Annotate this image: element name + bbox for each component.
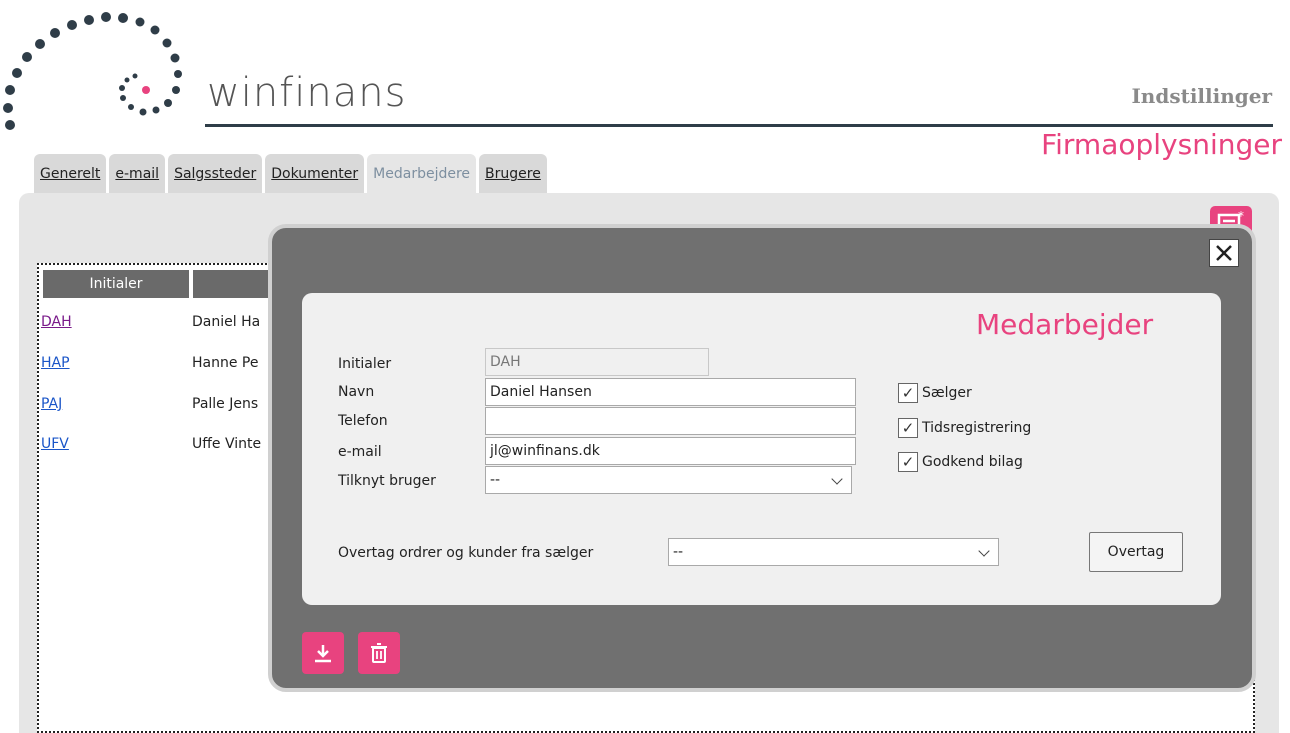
employee-name: Daniel Ha [192, 314, 261, 330]
employee-name: Palle Jens [192, 396, 259, 412]
name-field[interactable]: Daniel Hansen [485, 378, 856, 406]
trash-icon[interactable] [358, 632, 400, 674]
phone-field[interactable] [485, 407, 856, 435]
checkbox-saelger[interactable]: ✓ Sælger [898, 383, 972, 403]
name-label: Navn [338, 384, 375, 400]
email-field[interactable]: jl@winfinans.dk [485, 437, 856, 465]
tab-medarbejdere[interactable]: Medarbejdere [367, 154, 477, 194]
save-download-icon[interactable] [302, 632, 344, 674]
employee-initials-link[interactable]: UFV [41, 436, 69, 452]
takeover-seller-select[interactable]: -- [668, 538, 999, 566]
column-header-initialer[interactable]: Initialer [43, 270, 189, 298]
section-title: Indstillinger [1131, 84, 1272, 108]
initials-field[interactable]: DAH [485, 348, 709, 376]
link-user-label: Tilknyt bruger [338, 473, 436, 489]
checkbox-tidsregistrering[interactable]: ✓ Tidsregistrering [898, 418, 1031, 438]
tab-salgssteder[interactable]: Salgssteder [168, 154, 263, 194]
phone-label: Telefon [338, 413, 388, 429]
tab-dokumenter[interactable]: Dokumenter [265, 154, 365, 194]
checkbox-label: Godkend bilag [922, 454, 1023, 470]
close-icon[interactable] [1209, 239, 1239, 267]
employee-initials-link[interactable]: DAH [41, 314, 72, 330]
employee-initials-link[interactable]: PAJ [41, 396, 62, 412]
employee-name: Uffe Vinte [192, 436, 262, 452]
brand-name: winfinans [207, 70, 407, 116]
employee-initials-link[interactable]: HAP [41, 355, 70, 371]
svg-text:*: * [1238, 209, 1244, 223]
checkmark-icon[interactable]: ✓ [898, 452, 918, 472]
checkbox-label: Tidsregistrering [922, 420, 1032, 436]
settings-tabs: Generelt e-mail Salgssteder Dokumenter M… [34, 154, 547, 194]
employee-name: Hanne Pe [192, 355, 259, 371]
link-user-value: -- [490, 472, 501, 488]
tab-brugere[interactable]: Brugere [479, 154, 547, 194]
page-title: Firmaoplysninger [1041, 128, 1282, 161]
column-header-name[interactable] [193, 270, 273, 298]
link-user-select[interactable]: -- [485, 466, 852, 494]
email-label: e-mail [338, 444, 382, 460]
checkbox-godkend-bilag[interactable]: ✓ Godkend bilag [898, 452, 1023, 472]
initials-label: Initialer [338, 356, 392, 372]
takeover-seller-value: -- [673, 544, 684, 560]
winfinans-logo-icon [3, 12, 182, 130]
header-divider [205, 124, 1273, 127]
checkmark-icon[interactable]: ✓ [898, 383, 918, 403]
overtag-button[interactable]: Overtag [1089, 532, 1183, 572]
tab-email[interactable]: e-mail [109, 154, 166, 194]
modal-title: Medarbejder [976, 308, 1154, 341]
tab-generelt[interactable]: Generelt [34, 154, 107, 194]
checkbox-label: Sælger [922, 385, 972, 401]
takeover-label: Overtag ordrer og kunder fra sælger [338, 545, 594, 561]
checkmark-icon[interactable]: ✓ [898, 418, 918, 438]
